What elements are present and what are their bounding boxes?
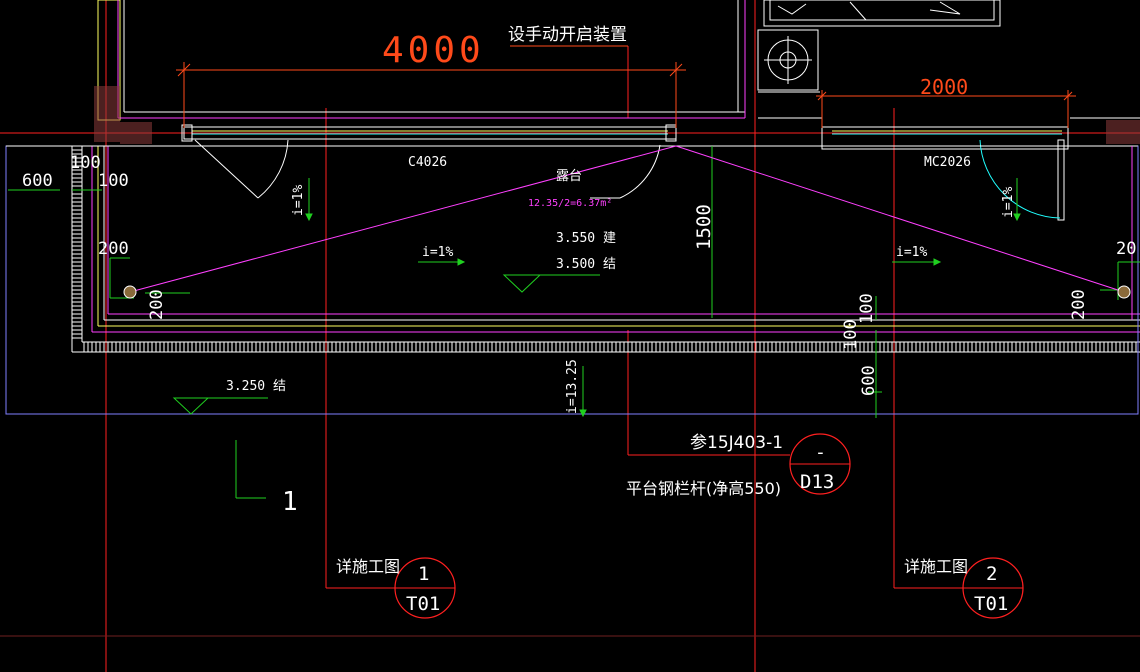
- label-manual-open: 设手动开启装置: [508, 25, 627, 45]
- label-axis-1: 1: [282, 487, 298, 517]
- dim-600-left: 600: [22, 171, 53, 191]
- label-elev-lower: 3.250 结: [226, 379, 286, 394]
- label-terrace-area: 12.35/2=6.37m²: [528, 198, 612, 209]
- circle-crosshair-icon: [757, 29, 819, 91]
- bubble-d13-bottom: D13: [800, 471, 834, 493]
- bubble-d13-top: -: [815, 442, 826, 463]
- dim-4000: 4000: [382, 30, 485, 71]
- dim-200-right: 20: [1116, 239, 1136, 259]
- axis-lines: [0, 0, 1140, 672]
- furniture: [763, 0, 1001, 27]
- label-mc2026: MC2026: [924, 155, 971, 170]
- dim-100-v2: 100: [841, 319, 861, 350]
- label-elev-struct: 3.500 结: [556, 257, 616, 272]
- slope-arrows: [305, 178, 1021, 418]
- slope-v-left: i=1%: [291, 185, 306, 216]
- dim-100-a: 100: [70, 153, 101, 173]
- drain-icon: [123, 285, 1131, 299]
- slope-ridges: [129, 145, 1125, 293]
- dim-600-v: 600: [859, 365, 879, 396]
- label-ref-std: 参15J403-1: [690, 433, 783, 453]
- dim-2000: 2000: [920, 75, 968, 99]
- parapet-hatch: [72, 149, 1137, 352]
- bubble-t01-2-top: 2: [986, 563, 997, 585]
- label-c4026: C4026: [408, 155, 447, 170]
- label-slope-left: i=1%: [422, 245, 453, 260]
- dim-100-b: 100: [98, 171, 129, 191]
- label-detail-ref-2: 详施工图: [904, 557, 968, 576]
- dim-1500: 1500: [693, 204, 715, 250]
- slope-v-mid: i=13.25: [565, 359, 580, 414]
- cad-drawing-canvas[interactable]: 4000 2000 设手动开启装置 C4026 MC2026 露台 12.35/…: [0, 0, 1140, 672]
- label-detail-ref-1: 详施工图: [336, 557, 400, 576]
- bubble-t01-1-top: 1: [418, 563, 429, 585]
- dim-200-vleft: 200: [147, 289, 167, 320]
- dim-200-vright: 200: [1069, 289, 1089, 320]
- label-terrace: 露台: [556, 169, 582, 184]
- dim-200-left: 200: [98, 239, 129, 259]
- slope-v-right: i=1%: [1001, 187, 1016, 218]
- bubble-t01-2-bottom: T01: [974, 593, 1008, 615]
- label-slope-right: i=1%: [896, 245, 927, 260]
- label-railing: 平台钢栏杆(净高550): [626, 479, 781, 498]
- bubble-t01-1-bottom: T01: [406, 593, 440, 615]
- label-elev-arch: 3.550 建: [556, 231, 616, 246]
- upper-walls: [94, 0, 1140, 144]
